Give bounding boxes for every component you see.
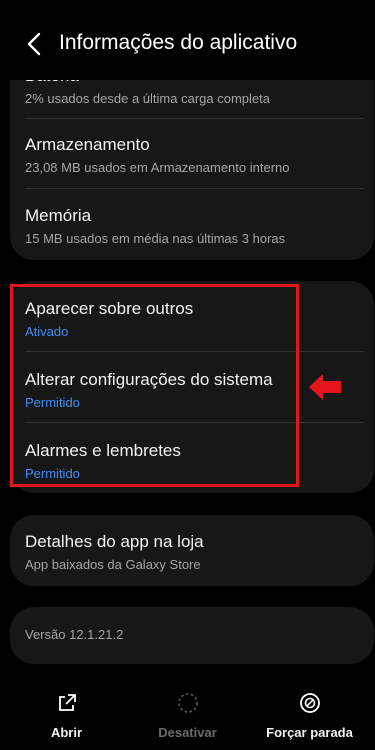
store-details-item[interactable]: Detalhes do app na loja App baixados da …	[25, 532, 355, 572]
app-bar: Informações do aplicativo	[0, 0, 375, 80]
force-stop-label: Forçar parada	[266, 725, 353, 740]
open-external-icon	[58, 694, 76, 711]
storage-subtitle: 23,08 MB usados em Armazenamento interno	[25, 160, 290, 175]
memory-title: Memória	[25, 206, 92, 225]
disable-icon	[177, 693, 198, 713]
highlight-box	[10, 284, 299, 487]
version-text: Versão 12.1.21.2	[25, 627, 124, 642]
store-title: Detalhes do app na loja	[25, 532, 204, 551]
page-title: Informações do aplicativo	[59, 31, 298, 54]
force-stop-icon	[299, 693, 320, 713]
back-arrow-icon[interactable]	[24, 30, 46, 58]
memory-item[interactable]: Memória 15 MB usados em média nas última…	[25, 206, 355, 246]
divider	[25, 118, 364, 119]
battery-subtitle: 2% usados desde a última carga completa	[25, 91, 270, 106]
version-card: Versão 12.1.21.2	[10, 607, 374, 664]
disable-label: Desativar	[158, 725, 217, 740]
pointer-arrow-icon	[309, 374, 341, 400]
version-row: Versão 12.1.21.2	[25, 627, 355, 642]
store-card[interactable]: Detalhes do app na loja App baixados da …	[10, 515, 374, 586]
disable-button[interactable]: Desativar	[125, 691, 250, 740]
open-label: Abrir	[50, 725, 83, 740]
storage-title: Armazenamento	[25, 135, 150, 154]
open-button[interactable]: Abrir	[4, 691, 129, 740]
divider	[25, 188, 364, 189]
force-stop-button[interactable]: Forçar parada	[247, 691, 372, 740]
memory-subtitle: 15 MB usados em média nas últimas 3 hora…	[25, 231, 286, 246]
storage-item[interactable]: Armazenamento 23,08 MB usados em Armazen…	[25, 135, 355, 175]
store-subtitle: App baixados da Galaxy Store	[25, 557, 201, 572]
bottom-action-bar: Abrir Desativar Forçar parada	[0, 675, 375, 750]
